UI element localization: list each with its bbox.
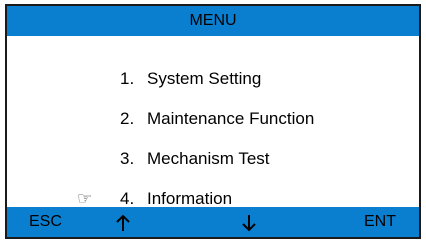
menu-screen: MENU 1. System Setting 2. Maintenance Fu… bbox=[5, 4, 421, 239]
enter-button[interactable]: ENT bbox=[364, 207, 396, 237]
menu-item-mechanism-test[interactable]: 3. Mechanism Test bbox=[7, 144, 419, 174]
esc-button[interactable]: ESC bbox=[29, 207, 62, 237]
arrow-up-icon[interactable] bbox=[115, 207, 131, 237]
title-bar: MENU bbox=[7, 6, 419, 36]
menu-item-system-setting[interactable]: 1. System Setting bbox=[7, 64, 419, 94]
menu-list: 1. System Setting 2. Maintenance Functio… bbox=[7, 36, 419, 208]
menu-item-label: Maintenance Function bbox=[147, 109, 315, 128]
menu-item-number: 2. bbox=[120, 109, 135, 128]
arrow-down-icon[interactable] bbox=[241, 207, 257, 237]
menu-item-label: Mechanism Test bbox=[147, 149, 270, 168]
soft-key-bar: ESC ENT bbox=[7, 207, 419, 237]
menu-item-label: System Setting bbox=[147, 69, 262, 88]
menu-item-maintenance-function[interactable]: 2. Maintenance Function bbox=[7, 104, 419, 134]
menu-item-number: 3. bbox=[120, 149, 135, 168]
page-title: MENU bbox=[189, 12, 237, 29]
menu-item-number: 1. bbox=[120, 69, 135, 88]
